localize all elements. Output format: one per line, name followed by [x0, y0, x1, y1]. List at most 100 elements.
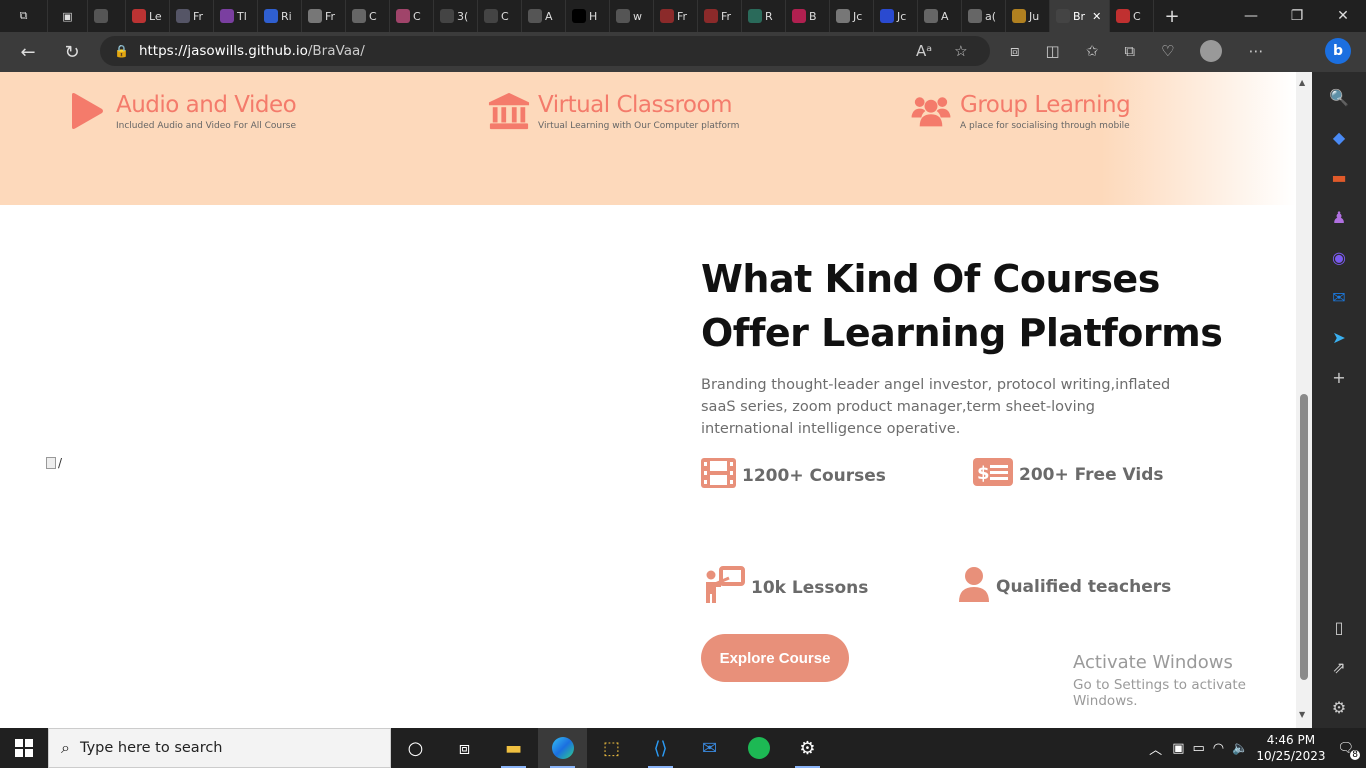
- page-scrollbar[interactable]: ▲ ▼: [1296, 72, 1312, 728]
- browser-tab[interactable]: Fr: [654, 0, 698, 32]
- browser-tab[interactable]: A: [522, 0, 566, 32]
- tab-label: Tl: [237, 9, 247, 23]
- performance-icon[interactable]: ♡: [1161, 42, 1174, 60]
- tools-briefcase-icon[interactable]: ▬: [1324, 162, 1354, 192]
- cortana-icon[interactable]: ○: [391, 728, 440, 768]
- close-tab-icon[interactable]: ✕: [1092, 10, 1101, 23]
- search-icon[interactable]: 🔍: [1324, 82, 1354, 112]
- tab-favicon-icon: [880, 9, 894, 23]
- browser-tab[interactable]: Jc: [874, 0, 918, 32]
- games-icon[interactable]: ♟: [1324, 202, 1354, 232]
- browser-tab[interactable]: w: [610, 0, 654, 32]
- browser-tab[interactable]: C: [1110, 0, 1154, 32]
- browser-tab[interactable]: Fr: [170, 0, 214, 32]
- new-tab-button[interactable]: +: [1154, 0, 1190, 32]
- tab-favicon-icon: [660, 9, 674, 23]
- gear-icon[interactable]: ⚙: [1324, 692, 1354, 722]
- explore-course-button[interactable]: Explore Course: [701, 634, 849, 682]
- shopping-tag-icon[interactable]: ◆: [1324, 122, 1354, 152]
- tab-label: A: [941, 9, 949, 23]
- split-screen-icon[interactable]: ◫: [1046, 42, 1060, 60]
- browser-tab[interactable]: a(: [962, 0, 1006, 32]
- camera-alert-icon[interactable]: ▣: [1172, 741, 1184, 756]
- feature-audio-video: Audio and Video Included Audio and Video…: [66, 90, 297, 132]
- restore-button[interactable]: ❐: [1274, 0, 1320, 32]
- scroll-down-arrow[interactable]: ▼: [1299, 710, 1305, 719]
- tab-actions-button[interactable]: ▣: [48, 0, 88, 32]
- volume-icon[interactable]: 🔈: [1232, 741, 1248, 756]
- spotify-icon[interactable]: [734, 728, 783, 768]
- browser-tab[interactable]: C: [346, 0, 390, 32]
- profile-avatar[interactable]: [1200, 40, 1223, 62]
- svg-text:$: $: [977, 463, 990, 484]
- browser-tab[interactable]: Jc: [830, 0, 874, 32]
- tab-favicon-icon: [132, 9, 146, 23]
- browser-tab[interactable]: H: [566, 0, 610, 32]
- minimize-button[interactable]: —: [1228, 0, 1274, 32]
- favorites-icon[interactable]: ✩: [1086, 42, 1099, 60]
- browser-tab[interactable]: Fr: [698, 0, 742, 32]
- browser-tab[interactable]: A: [918, 0, 962, 32]
- wifi-icon[interactable]: ◠: [1213, 741, 1224, 756]
- settings-gear-icon[interactable]: ⚙: [783, 728, 832, 768]
- send-icon[interactable]: ➤: [1324, 322, 1354, 352]
- extensions-icon[interactable]: ⧈: [1010, 42, 1020, 60]
- browser-tab[interactable]: C: [478, 0, 522, 32]
- read-aloud-icon[interactable]: Aᵃ: [916, 42, 932, 60]
- browser-tab[interactable]: [88, 0, 126, 32]
- chevron-up-icon[interactable]: ︿: [1149, 739, 1162, 758]
- browser-tab[interactable]: C: [390, 0, 434, 32]
- add-icon[interactable]: +: [1324, 362, 1354, 392]
- stat-teachers: Qualified teachers: [958, 566, 1171, 607]
- workspaces-button[interactable]: ⧉: [0, 0, 48, 32]
- scroll-up-arrow[interactable]: ▲: [1299, 78, 1305, 87]
- scrollbar-thumb[interactable]: [1300, 394, 1308, 680]
- file-explorer-icon[interactable]: ▬: [489, 728, 538, 768]
- tab-favicon-icon: [572, 9, 586, 23]
- clock-time: 4:46 PM: [1266, 733, 1316, 747]
- tab-favicon-icon: [264, 9, 278, 23]
- battery-icon[interactable]: ▭: [1192, 741, 1204, 756]
- tab-favicon-icon: [1012, 9, 1026, 23]
- bing-copilot-icon[interactable]: b: [1320, 36, 1356, 66]
- clock[interactable]: 4:46 PM 10/25/2023: [1256, 732, 1325, 764]
- vscode-icon[interactable]: ⟨⟩: [636, 728, 685, 768]
- film-icon: [701, 458, 736, 493]
- tab-label: Fr: [677, 9, 688, 23]
- heading-line-1: What Kind Of Courses: [701, 257, 1160, 301]
- stat-label: Qualified teachers: [996, 576, 1172, 597]
- browser-tab[interactable]: Ju: [1006, 0, 1050, 32]
- refresh-button[interactable]: ↻: [54, 36, 90, 68]
- collections-icon[interactable]: ⧉: [1124, 42, 1135, 60]
- browser-tab[interactable]: Br ✕: [1050, 0, 1110, 32]
- copilot-icon[interactable]: ◉: [1324, 242, 1354, 272]
- task-view-icon[interactable]: ⧈: [440, 728, 489, 768]
- browser-tab[interactable]: Fr: [302, 0, 346, 32]
- address-bar[interactable]: 🔒 https://jasowills.github.io/BraVaa/: [100, 36, 990, 66]
- notifications-icon[interactable]: 🗨 8: [1337, 741, 1360, 760]
- browser-tab[interactable]: B: [786, 0, 830, 32]
- sidebar-panel-icon[interactable]: ▯: [1324, 612, 1354, 642]
- edge-icon[interactable]: [538, 728, 587, 768]
- outlook-icon[interactable]: ✉: [1324, 282, 1354, 312]
- mail-icon[interactable]: ✉: [685, 728, 734, 768]
- settings-more-icon[interactable]: ⋯: [1248, 42, 1263, 60]
- back-button[interactable]: ←: [10, 36, 46, 68]
- taskbar-search[interactable]: ⌕ Type here to search: [48, 728, 391, 768]
- university-icon: [488, 90, 530, 132]
- feature-title: Virtual Classroom: [538, 92, 732, 118]
- browser-tab[interactable]: Ri: [258, 0, 302, 32]
- browser-tab[interactable]: 3(: [434, 0, 478, 32]
- stat-free-vids: $ 200+ Free Vids: [973, 458, 1164, 491]
- start-button[interactable]: [0, 728, 48, 768]
- activate-windows-watermark: Activate Windows Go to Settings to activ…: [1073, 652, 1296, 709]
- favorite-star-icon[interactable]: ☆: [954, 42, 967, 60]
- browser-tab[interactable]: R: [742, 0, 786, 32]
- browser-tab[interactable]: Tl: [214, 0, 258, 32]
- close-window-button[interactable]: ✕: [1320, 0, 1366, 32]
- microsoft-store-icon[interactable]: ⬚: [587, 728, 636, 768]
- heading-line-2: Offer Learning Platforms: [701, 311, 1223, 355]
- open-external-icon[interactable]: ⇗: [1324, 652, 1354, 682]
- browser-tab[interactable]: Le: [126, 0, 170, 32]
- tab-favicon-icon: [968, 9, 982, 23]
